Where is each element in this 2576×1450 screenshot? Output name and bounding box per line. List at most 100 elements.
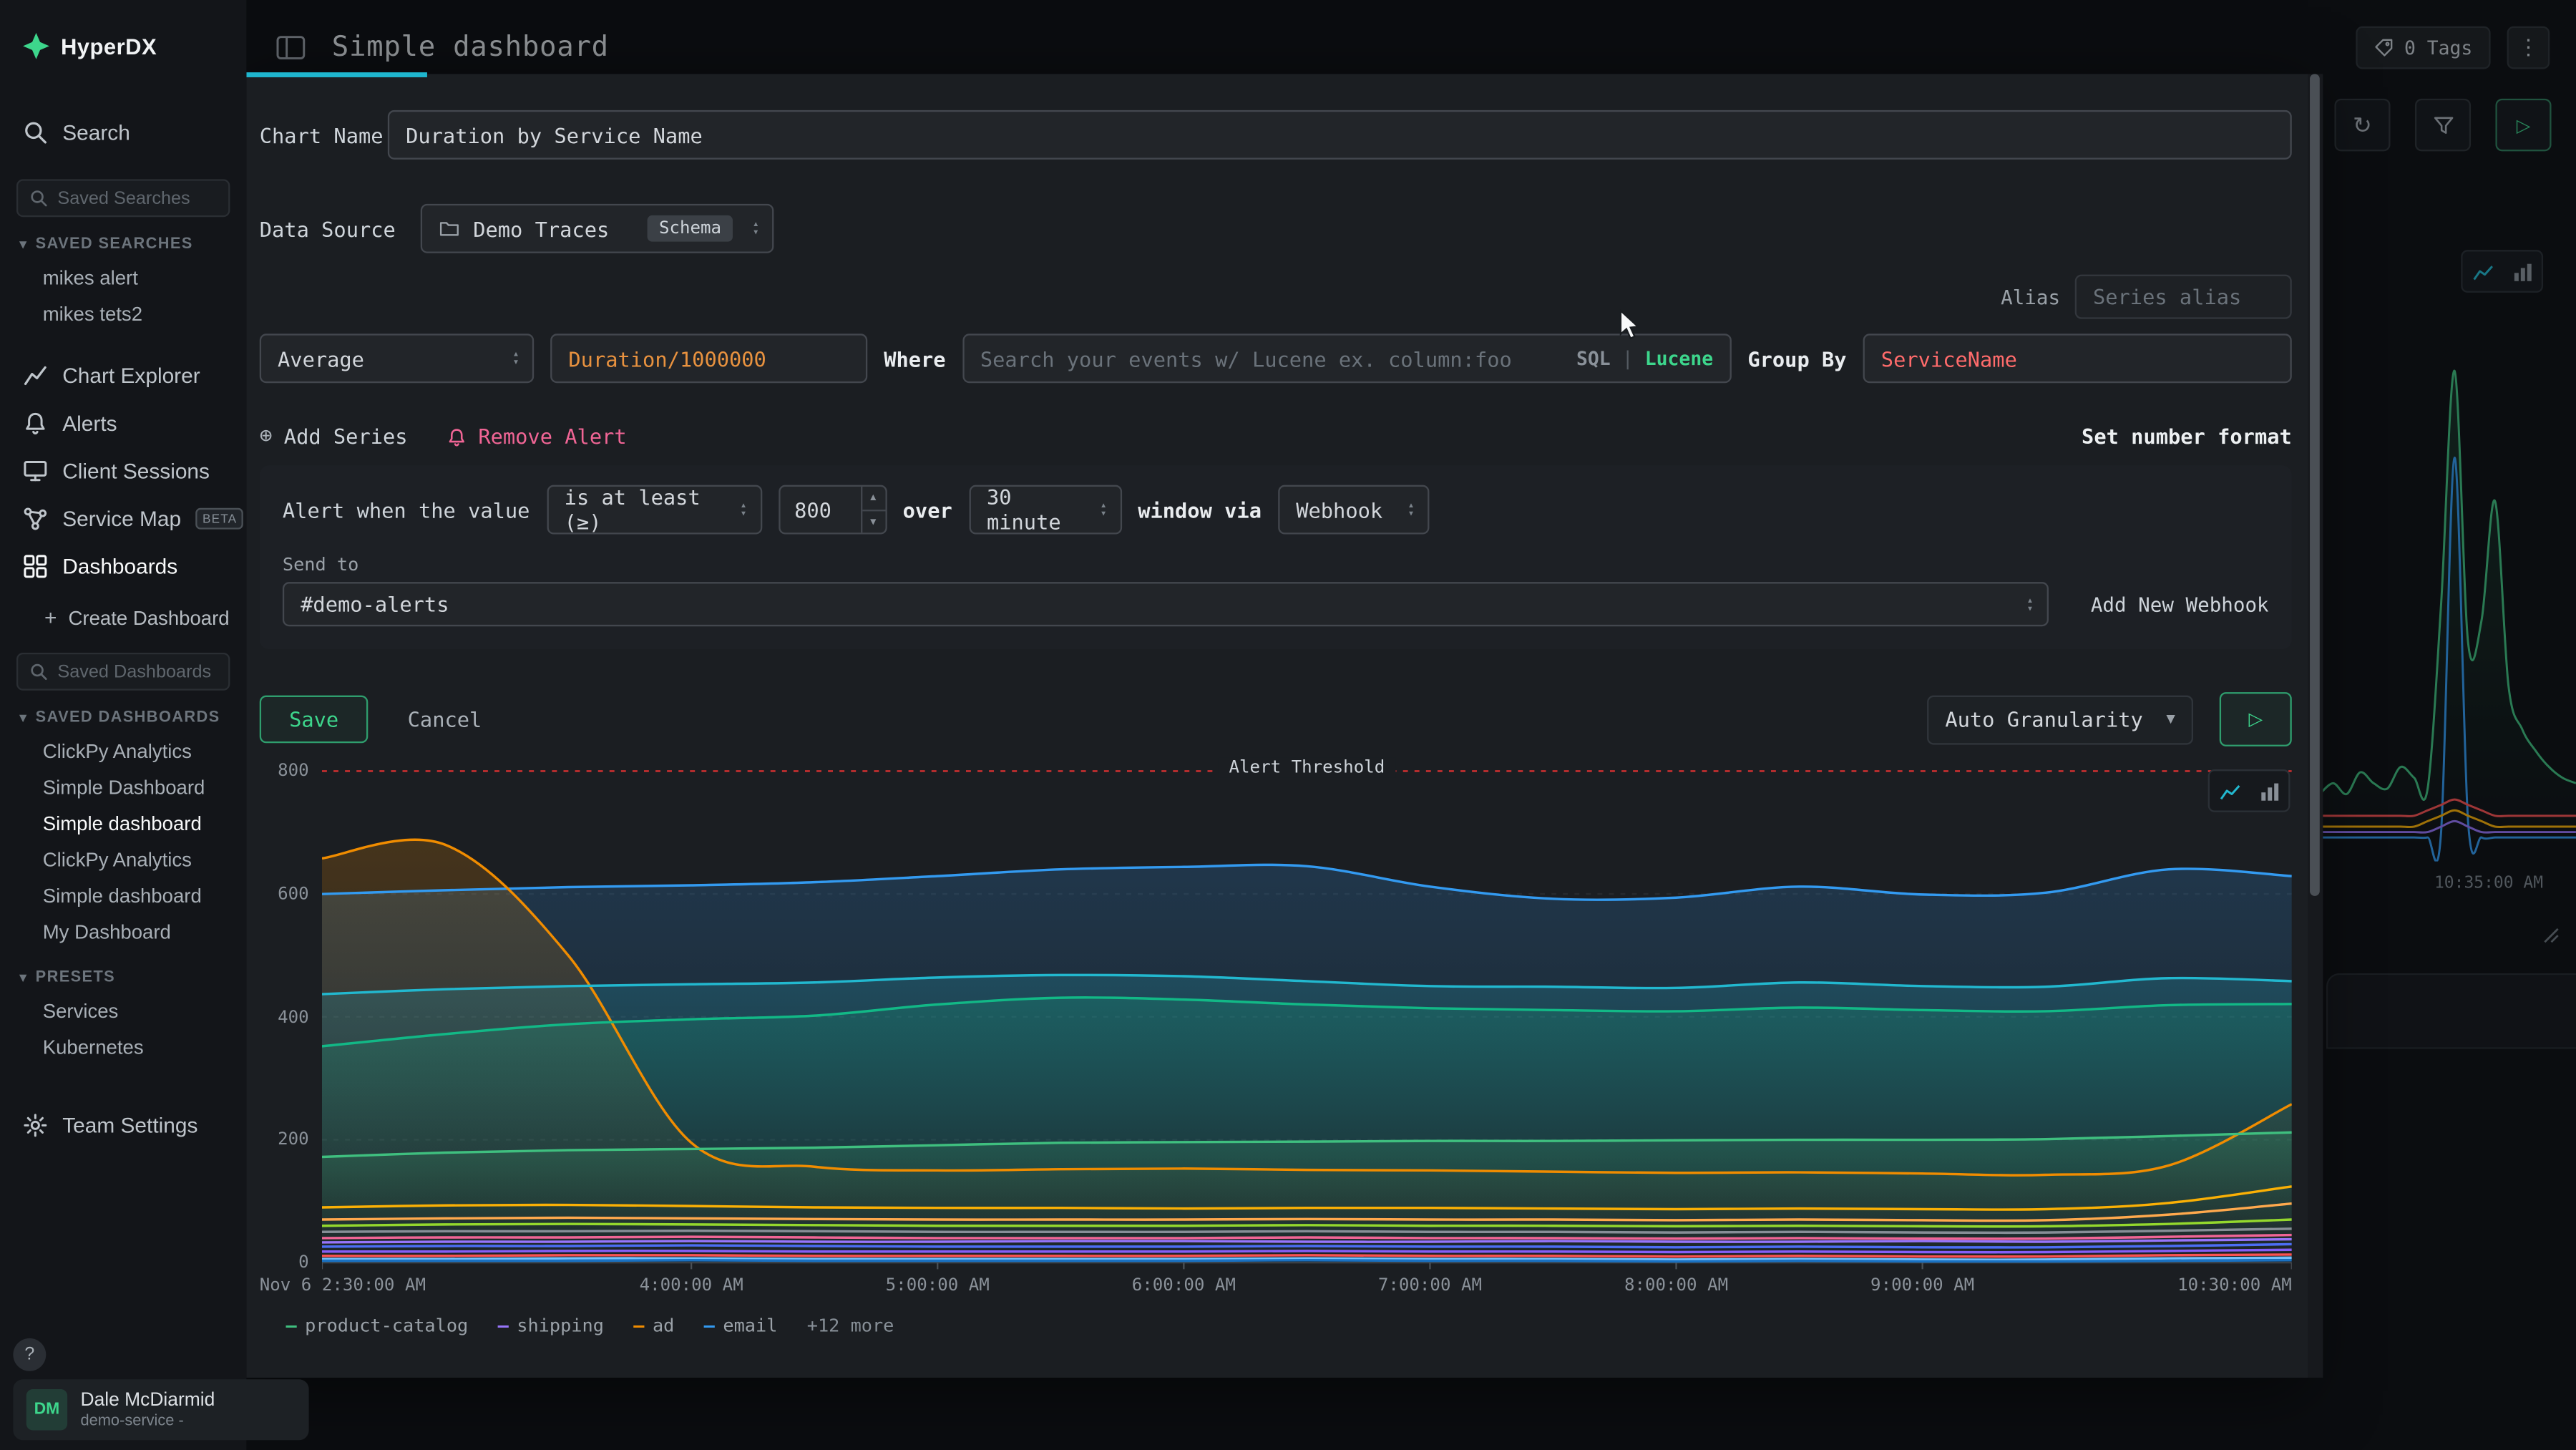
save-button[interactable]: Save	[260, 696, 369, 744]
sidebar-item-service-map[interactable]: Service Map BETA	[0, 495, 246, 542]
toggle-divider: |	[1622, 347, 1634, 370]
app-root: HyperDX Search Saved Searches ▾ SAVED SE…	[0, 0, 2576, 1450]
gear-icon	[23, 1113, 47, 1137]
alert-window-select[interactable]: 30 minute ▴▾	[969, 485, 1122, 535]
saved-dashboard-item[interactable]: ClickPy Analytics	[0, 734, 246, 770]
search-icon	[29, 189, 47, 207]
bar-chart-icon[interactable]	[2249, 771, 2288, 810]
folder-icon	[439, 219, 460, 239]
sql-toggle[interactable]: SQL	[1576, 347, 1611, 370]
chart-name-label: Chart Name	[260, 122, 388, 147]
y-axis-label: 400	[278, 1007, 309, 1027]
saved-searches-input[interactable]: Saved Searches	[16, 179, 230, 217]
x-axis-label: 7:00:00 AM	[1378, 1276, 1482, 1296]
nav-label: Dashboards	[62, 554, 177, 578]
chart-name-input[interactable]	[388, 110, 2292, 160]
saved-dashboard-item[interactable]: ClickPy Analytics	[0, 842, 246, 878]
chevron-up-down-icon: ▴▾	[1101, 502, 1107, 518]
sidebar-item-team-settings[interactable]: Team Settings	[0, 1101, 246, 1149]
alias-label: Alias	[2001, 286, 2060, 308]
alert-channel-select[interactable]: Webhook ▴▾	[1278, 485, 1429, 535]
y-axis-label: 0	[298, 1252, 309, 1273]
legend-more[interactable]: +12 more	[807, 1315, 894, 1337]
chevron-up-down-icon: ▴▾	[2026, 596, 2033, 613]
preview-chart: 0200400600800 Alert Threshold Nov 6 2:30…	[260, 769, 2292, 1336]
nav-label: Client Sessions	[62, 459, 210, 483]
x-axis: Nov 6 2:30:00 AM 4:00:00 AM 5:00:00 AM 6:00…	[260, 1276, 2292, 1300]
x-axis-label: Nov 6 2:30:00 AM	[260, 1276, 426, 1296]
preset-item[interactable]: Kubernetes	[0, 1029, 246, 1066]
active-tab-indicator	[246, 72, 427, 77]
set-number-format-button[interactable]: Set number format	[2082, 424, 2292, 449]
saved-dashboard-item[interactable]: Simple Dashboard	[0, 769, 246, 806]
sidebar-item-dashboards[interactable]: Dashboards	[0, 542, 246, 590]
line-chart-icon[interactable]	[2210, 771, 2249, 810]
saved-search-item[interactable]: mikes tets2	[0, 296, 246, 332]
run-chart-button[interactable]: ▷	[2220, 692, 2292, 746]
main-content: Simple dashboard 0 Tags ⋮ ↻ ▷ 10:35:00 A…	[246, 0, 2576, 1450]
help-button[interactable]: ?	[13, 1338, 46, 1371]
user-menu[interactable]: DM Dale McDiarmid demo-service -	[13, 1379, 308, 1440]
sidebar-item-chart-explorer[interactable]: Chart Explorer	[0, 352, 246, 400]
add-series-button[interactable]: ⊕ Add Series	[260, 424, 408, 449]
x-axis-label: 9:00:00 AM	[1870, 1276, 1974, 1296]
sidebar-item-alerts[interactable]: Alerts	[0, 399, 246, 447]
plus-icon: +	[44, 605, 57, 629]
chevron-down-icon: ▾	[20, 237, 28, 252]
chevron-down-icon: ▾	[20, 970, 28, 985]
schema-badge[interactable]: Schema	[648, 215, 733, 242]
sidebar-item-search[interactable]: Search	[0, 109, 246, 157]
data-source-select[interactable]: Demo Traces Schema ▴▾	[421, 204, 774, 253]
where-search-input[interactable]	[980, 346, 1563, 371]
sidebar: HyperDX Search Saved Searches ▾ SAVED SE…	[0, 0, 246, 1450]
alert-condition-select[interactable]: is at least (≥) ▴▾	[546, 485, 761, 535]
x-axis-label: 6:00:00 AM	[1132, 1276, 1236, 1296]
lucene-toggle[interactable]: Lucene	[1645, 347, 1713, 370]
x-axis-label: 4:00:00 AM	[640, 1276, 743, 1296]
legend-item[interactable]: —email	[704, 1315, 778, 1337]
stepper-down-icon[interactable]: ▼	[862, 510, 884, 532]
series-alias-input[interactable]	[2075, 275, 2292, 319]
legend-item[interactable]: —product-catalog	[286, 1315, 468, 1337]
alert-threshold-input[interactable]	[779, 487, 845, 532]
send-to-label: Send to	[283, 554, 2269, 575]
brand-logo-row[interactable]: HyperDX	[0, 0, 246, 59]
avatar: DM	[26, 1389, 67, 1430]
cancel-button[interactable]: Cancel	[408, 707, 482, 731]
granularity-select[interactable]: Auto Granularity ▼	[1927, 695, 2193, 744]
saved-dashboards-input[interactable]: Saved Dashboards	[16, 653, 230, 691]
webhook-select[interactable]: #demo-alerts ▴▾	[283, 582, 2048, 626]
window-via-label: window via	[1138, 497, 1262, 522]
chart-type-toggle	[2208, 769, 2290, 812]
presets-section-header[interactable]: ▾ PRESETS	[0, 950, 246, 993]
legend-item[interactable]: —shipping	[498, 1315, 604, 1337]
bell-icon	[23, 411, 47, 435]
chart-legend: —product-catalog —shipping —ad —email +12 mo…	[286, 1315, 2291, 1337]
aggregation-select[interactable]: Average ▴▾	[260, 334, 534, 383]
saved-searches-section-header[interactable]: ▾ SAVED SEARCHES	[0, 217, 246, 260]
saved-dashboard-item[interactable]: Simple dashboard	[0, 878, 246, 915]
chevron-up-down-icon: ▴▾	[513, 350, 519, 366]
sidebar-item-client-sessions[interactable]: Client Sessions	[0, 447, 246, 495]
group-by-input[interactable]	[1863, 334, 2292, 383]
nav-label: Service Map	[62, 507, 181, 531]
saved-dashboards-section-header[interactable]: ▾ SAVED DASHBOARDS	[0, 691, 246, 734]
saved-dashboard-item[interactable]: My Dashboard	[0, 914, 246, 950]
user-subtitle: demo-service -	[80, 1413, 215, 1431]
remove-alert-button[interactable]: Remove Alert	[447, 424, 627, 449]
create-dashboard-button[interactable]: + Create Dashboard	[0, 590, 246, 630]
alert-threshold-input-wrap: ▲▼	[778, 485, 887, 535]
add-new-webhook-button[interactable]: Add New Webhook	[2091, 593, 2269, 615]
scrollbar-thumb[interactable]	[2310, 74, 2320, 896]
x-axis-label: 5:00:00 AM	[886, 1276, 990, 1296]
stepper-up-icon[interactable]: ▲	[862, 487, 884, 510]
saved-dashboard-item-active[interactable]: Simple dashboard	[0, 806, 246, 842]
legend-item[interactable]: —ad	[633, 1315, 674, 1337]
data-source-label: Data Source	[260, 216, 421, 240]
preset-item[interactable]: Services	[0, 993, 246, 1029]
saved-search-item[interactable]: mikes alert	[0, 260, 246, 296]
bell-icon	[447, 427, 467, 447]
where-search-box: SQL | Lucene	[962, 334, 1732, 383]
dashboards-icon	[23, 554, 47, 578]
aggregation-field-input[interactable]	[550, 334, 867, 383]
